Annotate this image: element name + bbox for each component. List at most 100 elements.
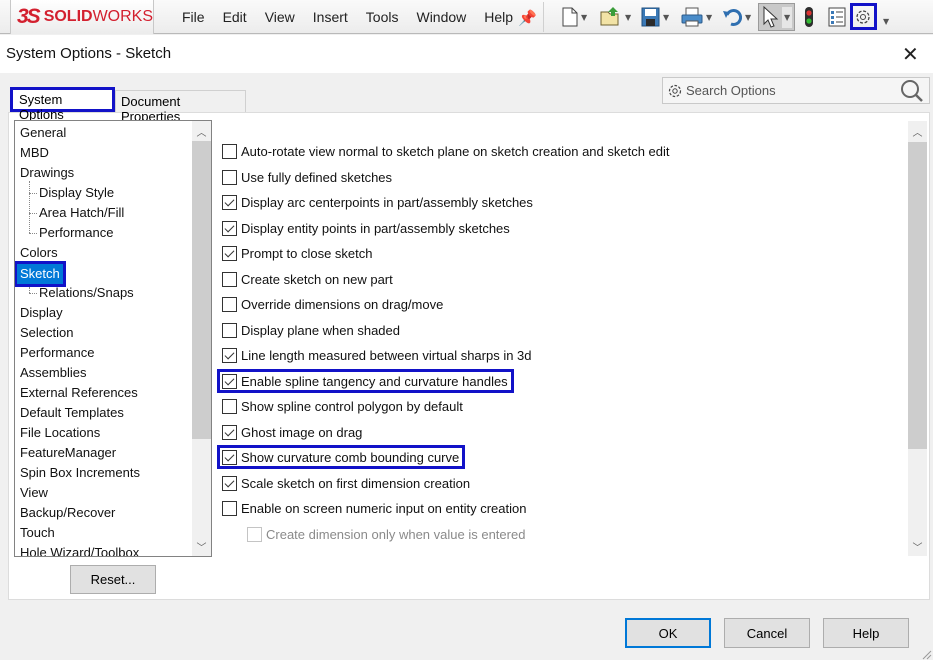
chevron-down-icon[interactable]: ▼ [883, 17, 889, 26]
tree-item-display-style[interactable]: Display Style [39, 183, 114, 203]
tree-item-touch[interactable]: Touch [20, 523, 55, 543]
checkbox[interactable] [222, 449, 237, 465]
option-line-length-virtual-sharps[interactable]: Line length measured between virtual sha… [222, 345, 532, 365]
reset-button[interactable]: Reset... [70, 565, 156, 594]
option-auto-rotate[interactable]: Auto-rotate view normal to sketch plane … [222, 141, 670, 161]
tree-item-general[interactable]: General [20, 123, 66, 143]
chevron-down-icon[interactable]: ▼ [745, 13, 751, 22]
tree-connector [29, 213, 37, 214]
scroll-down-icon[interactable]: ﹀ [908, 539, 927, 554]
file-properties-button[interactable] [828, 6, 846, 28]
checkbox[interactable] [222, 194, 237, 210]
tree-item-file-locations[interactable]: File Locations [20, 423, 100, 443]
option-ghost-image-drag[interactable]: Ghost image on drag [222, 422, 362, 442]
option-curvature-comb-bounding[interactable]: Show curvature comb bounding curve [217, 445, 466, 469]
menu-insert[interactable]: Insert [313, 9, 348, 25]
options-scrollbar-thumb[interactable] [908, 142, 927, 449]
checkbox[interactable] [222, 322, 237, 338]
pin-icon[interactable]: 📌 [518, 9, 537, 27]
undo-button[interactable]: ▼ [722, 6, 751, 28]
menu-tools[interactable]: Tools [366, 9, 399, 25]
tab-system-options[interactable]: System Options [10, 87, 115, 122]
tree-item-drawings[interactable]: Drawings [20, 163, 74, 183]
checkbox[interactable] [222, 475, 237, 491]
checkbox[interactable] [222, 347, 237, 363]
option-display-plane-shaded[interactable]: Display plane when shaded [222, 320, 400, 340]
tree-item-relations-snaps[interactable]: Relations/Snaps [39, 283, 134, 303]
tree-item-backup-recover[interactable]: Backup/Recover [20, 503, 115, 523]
tree-item-area-hatch-fill[interactable]: Area Hatch/Fill [39, 203, 124, 223]
checkbox[interactable] [222, 398, 237, 414]
option-create-sketch-new-part[interactable]: Create sketch on new part [222, 269, 393, 289]
option-use-fully-defined[interactable]: Use fully defined sketches [222, 167, 392, 187]
select-button[interactable]: ▼ [758, 3, 796, 31]
option-spline-control-polygon[interactable]: Show spline control polygon by default [222, 396, 463, 416]
tree-item-colors[interactable]: Colors [20, 243, 58, 263]
cancel-button[interactable]: Cancel [724, 618, 810, 648]
solidworks-logo[interactable]: 3S SOLID WORKS [10, 0, 154, 34]
save-button[interactable]: ▼ [641, 6, 669, 28]
print-button[interactable]: ▼ [681, 6, 712, 28]
search-icon[interactable] [900, 79, 924, 103]
tree-item-assemblies[interactable]: Assemblies [20, 363, 86, 383]
tree-item-external-references[interactable]: External References [20, 383, 138, 403]
tree-scrollbar-thumb[interactable] [192, 141, 211, 439]
menu-edit[interactable]: Edit [223, 9, 247, 25]
help-button[interactable]: Help [823, 618, 909, 648]
checkbox[interactable] [222, 424, 237, 440]
chevron-down-icon[interactable]: ▼ [782, 6, 793, 28]
chevron-down-icon[interactable]: ▼ [706, 13, 712, 22]
checkbox[interactable] [222, 220, 237, 236]
scroll-up-icon[interactable]: ︿ [908, 124, 927, 139]
option-display-arc-centerpoints[interactable]: Display arc centerpoints in part/assembl… [222, 192, 533, 212]
option-prompt-close-sketch[interactable]: Prompt to close sketch [222, 243, 373, 263]
checkbox[interactable] [222, 169, 237, 185]
tree-item-performance[interactable]: Performance [20, 343, 94, 363]
menu-help[interactable]: Help [484, 9, 513, 25]
search-input[interactable]: Search Options [686, 83, 776, 98]
scroll-up-icon[interactable]: ︿ [192, 124, 211, 139]
tree-item-view[interactable]: View [20, 483, 48, 503]
tree-item-display[interactable]: Display [20, 303, 63, 323]
checkbox [247, 526, 262, 542]
checkbox[interactable] [222, 500, 237, 516]
tree-item-default-templates[interactable]: Default Templates [20, 403, 124, 423]
chevron-down-icon[interactable]: ▼ [625, 13, 631, 22]
checkbox[interactable] [222, 245, 237, 261]
checkbox[interactable] [222, 373, 237, 389]
select-icon [763, 6, 779, 28]
checkbox[interactable] [222, 271, 237, 287]
tab-document-properties[interactable]: Document Properties [115, 90, 246, 124]
close-icon[interactable]: ✕ [902, 44, 919, 64]
tree-scrollbar[interactable]: ︿ ﹀ [192, 121, 211, 556]
option-spline-tangency-handles[interactable]: Enable spline tangency and curvature han… [217, 369, 514, 393]
search-options-field[interactable]: Search Options [662, 77, 930, 104]
option-display-entity-points[interactable]: Display entity points in part/assembly s… [222, 218, 510, 238]
menu-file[interactable]: File [182, 9, 205, 25]
tree-item-mbd[interactable]: MBD [20, 143, 49, 163]
menu-bar: File Edit View Insert Tools Window Help [182, 0, 531, 34]
tree-item-drawings-performance[interactable]: Performance [39, 223, 113, 243]
ok-button[interactable]: OK [625, 618, 711, 648]
tree-item-hole-wizard-toolbox[interactable]: Hole Wizard/Toolbox [20, 543, 139, 556]
open-icon [600, 7, 619, 26]
file-properties-icon [828, 7, 846, 27]
scroll-down-icon[interactable]: ﹀ [192, 539, 211, 554]
new-document-button[interactable]: ▼ [562, 6, 587, 28]
open-button[interactable]: ▼ [600, 6, 631, 28]
menu-view[interactable]: View [265, 9, 295, 25]
option-override-dimensions[interactable]: Override dimensions on drag/move [222, 294, 443, 314]
checkbox[interactable] [222, 296, 237, 312]
tree-item-featuremanager[interactable]: FeatureManager [20, 443, 116, 463]
chevron-down-icon[interactable]: ▼ [663, 13, 669, 22]
rebuild-button[interactable] [804, 6, 814, 28]
options-scrollbar[interactable]: ︿ ﹀ [908, 121, 927, 556]
tree-item-spin-box-increments[interactable]: Spin Box Increments [20, 463, 140, 483]
option-scale-sketch-first-dimension[interactable]: Scale sketch on first dimension creation [222, 473, 470, 493]
tree-item-selection[interactable]: Selection [20, 323, 73, 343]
chevron-down-icon[interactable]: ▼ [581, 13, 587, 22]
menu-window[interactable]: Window [416, 9, 466, 25]
resize-grip-icon[interactable] [920, 648, 932, 660]
option-on-screen-numeric-input[interactable]: Enable on screen numeric input on entity… [222, 498, 526, 518]
checkbox[interactable] [222, 143, 237, 159]
